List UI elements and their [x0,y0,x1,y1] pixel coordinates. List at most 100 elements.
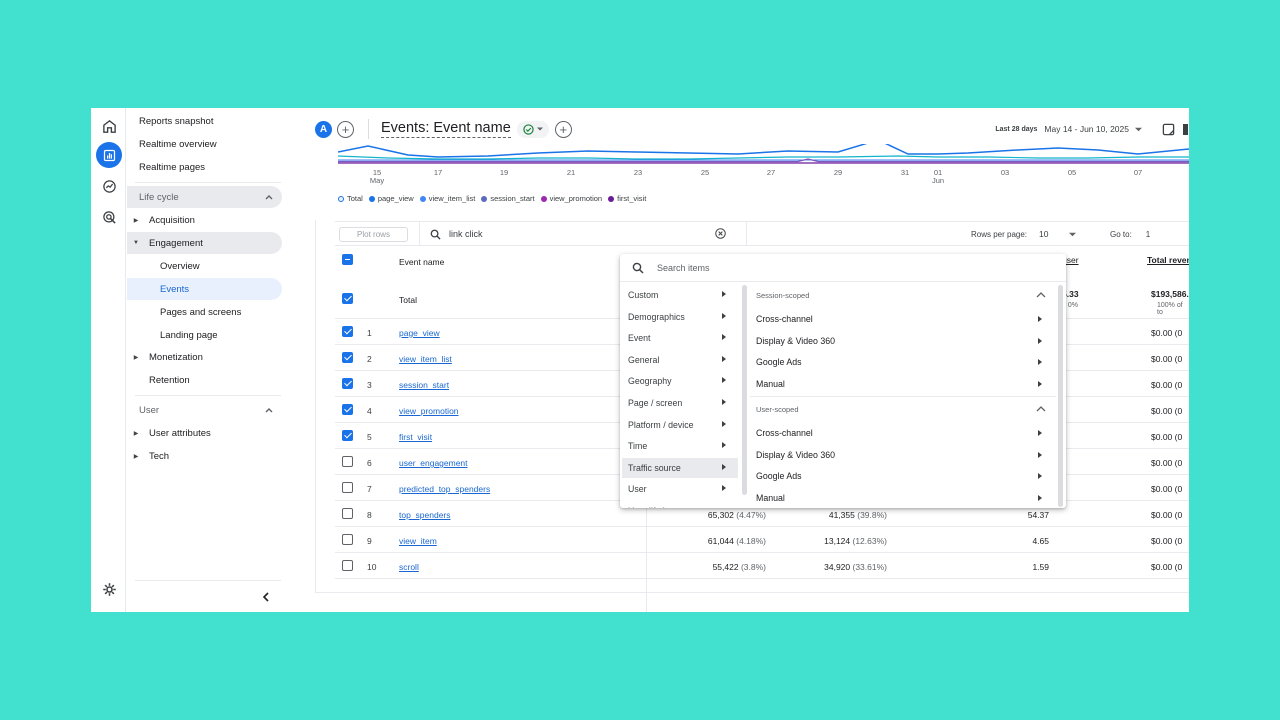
menu-item-cross-channel[interactable]: Cross-channel [756,309,1046,329]
menu-item-manual[interactable]: Manual [756,374,1046,394]
sidebar-item-landing-page[interactable]: Landing page [127,324,282,346]
event-name-link[interactable]: view_item [399,536,437,546]
table-search[interactable]: link click [419,222,747,246]
sidebar-item-tech[interactable]: ▶ Tech [127,445,282,467]
scrollbar[interactable] [742,285,747,495]
category-time[interactable]: Time [622,436,738,456]
go-to-input[interactable]: 1 [1146,230,1150,239]
legend-item[interactable]: first_visit [608,194,646,203]
search-input[interactable]: link click [449,229,483,239]
row-checkbox[interactable] [342,508,353,519]
row-checkbox[interactable] [342,430,353,441]
plot-rows-button[interactable]: Plot rows [339,227,408,242]
settings-button[interactable] [96,576,122,602]
menu-item-manual[interactable]: Manual [756,488,1046,508]
sidebar-item-label: Landing page [160,329,218,341]
category-geography[interactable]: Geography [622,371,738,391]
sidebar-item-realtime-pages[interactable]: Realtime pages [127,156,282,178]
search-items-input[interactable]: Search items [657,263,710,273]
sidebar-item-engagement[interactable]: ▼ Engagement [127,232,282,254]
menu-item-google-ads[interactable]: Google Ads [756,352,1046,372]
legend-item[interactable]: Total [338,194,363,203]
sidebar-item-label: Overview [160,260,200,272]
sidebar-item-events[interactable]: Events [127,278,282,300]
column-header-total-revenue[interactable]: Total reven [1147,255,1189,265]
row-checkbox[interactable] [342,404,353,415]
row-checkbox[interactable] [342,482,353,493]
event-name-link[interactable]: predicted_top_spenders [399,484,490,494]
clear-search-icon[interactable] [715,228,726,239]
legend-item[interactable]: session_start [481,194,535,203]
caret-right-icon [722,377,726,384]
row-checkbox[interactable] [342,560,353,571]
avatar[interactable]: A [315,120,332,138]
section-life-cycle[interactable]: Life cycle [127,186,282,208]
sidebar-item-realtime-overview[interactable]: Realtime overview [127,133,282,155]
sidebar-item-user-attributes[interactable]: ▶ User attributes [127,422,282,444]
event-name-link[interactable]: view_item_list [399,354,452,364]
event-name-link[interactable]: first_visit [399,432,432,442]
category-demographics[interactable]: Demographics [622,307,738,327]
event-name-link[interactable]: view_promotion [399,406,459,416]
divider [135,182,281,183]
rows-per-page-select[interactable]: 10 [1039,229,1069,239]
home-button[interactable] [96,113,122,139]
event-name-link[interactable]: session_start [399,380,449,390]
menu-item-cross-channel[interactable]: Cross-channel [756,423,1046,443]
sidebar-item-acquisition[interactable]: ▶ Acquisition [127,209,282,231]
category-user[interactable]: User [622,479,738,499]
category-traffic-source[interactable]: Traffic source [622,457,738,478]
legend-swatch [608,195,615,202]
row-checkbox[interactable] [342,534,353,545]
row-checkbox[interactable] [342,378,353,389]
category-platform-device[interactable]: Platform / device [622,415,738,435]
select-all-checkbox[interactable] [342,254,353,265]
row-checkbox[interactable] [342,293,353,304]
chevron-up-icon[interactable] [1036,291,1046,299]
sidebar-item-overview[interactable]: Overview [127,255,282,277]
category-user-lifetime[interactable]: User lifetime [622,501,738,508]
section-label: Life cycle [139,191,179,203]
category-page-screen[interactable]: Page / screen [622,393,738,413]
row-checkbox[interactable] [342,456,353,467]
event-name-link[interactable]: top_spenders [399,510,451,520]
category-custom[interactable]: Custom [622,285,738,305]
search-icon [632,262,644,274]
event-name-link[interactable]: user_engagement [399,458,468,468]
sidebar-item-reports-snapshot[interactable]: Reports snapshot [127,110,282,132]
event-name-link[interactable]: scroll [399,562,419,572]
sidebar-item-label: Realtime overview [139,138,217,150]
category-event[interactable]: Event [622,328,738,348]
reports-button[interactable] [96,142,122,168]
category-general[interactable]: General [622,350,738,370]
menu-item-google-ads[interactable]: Google Ads [756,466,1046,486]
menu-item-display-video-360[interactable]: Display & Video 360 [756,445,1046,465]
legend-item[interactable]: page_view [368,194,414,203]
menu-item-display-video-360[interactable]: Display & Video 360 [756,331,1046,351]
tick-label: 01 Jun [931,168,945,185]
collapse-sidebar-icon[interactable] [261,592,271,602]
panel-border [315,592,1189,593]
revenue-cell: $0.00 (0 [1151,328,1183,338]
row-checkbox[interactable] [342,352,353,363]
legend-item[interactable]: view_promotion [540,194,602,203]
column-header-event-name[interactable]: Event name [399,257,444,267]
revenue-cell: $0.00 (0 [1151,510,1183,520]
event-name-link[interactable]: page_view [399,328,440,338]
advertising-button[interactable] [96,204,122,230]
caret-right-icon: ▶ [133,430,139,437]
sidebar-item-monetization[interactable]: ▶ Monetization [127,346,282,368]
row-checkbox[interactable] [342,326,353,337]
chevron-up-icon[interactable] [1036,405,1046,413]
sidebar-item-retention[interactable]: Retention [127,369,282,391]
divider [135,580,281,581]
dimension-search[interactable]: Search items [620,254,1066,282]
scrollbar[interactable] [1058,285,1063,507]
caret-right-icon [722,312,726,319]
explore-button[interactable] [96,173,122,199]
chevron-down-icon[interactable] [1069,231,1077,238]
row-number: 3 [367,380,372,390]
section-user[interactable]: User [127,399,282,421]
legend-item[interactable]: view_item_list [419,194,475,203]
sidebar-item-pages-and-screens[interactable]: Pages and screens [127,301,282,323]
